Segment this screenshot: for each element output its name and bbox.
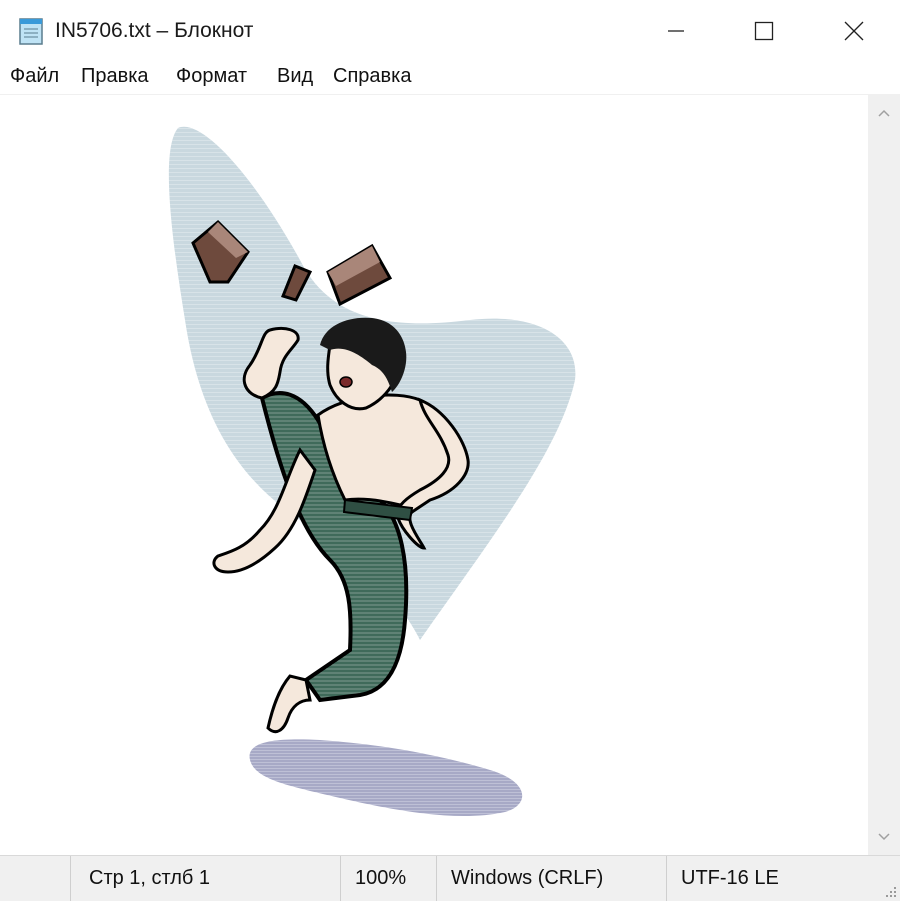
resize-grip-icon[interactable] [882,883,898,899]
standing-foot [266,674,312,734]
menu-format[interactable]: Формат [174,65,249,88]
window-title: IN5706.txt – Блокнот [55,19,254,42]
menu-help[interactable]: Справка [331,65,413,88]
maximize-icon [754,21,774,41]
minimize-icon [668,30,684,32]
status-encoding: UTF-16 LE [666,856,900,901]
menu-bar: Файл Правка Формат Вид Справка [0,62,900,95]
clipart-image [168,126,576,817]
maximize-button[interactable] [718,0,810,62]
scroll-up-icon[interactable] [876,105,892,121]
status-line-endings: Windows (CRLF) [436,856,681,901]
title-bar: IN5706.txt – Блокнот [0,0,900,62]
zoom-level: 100% [355,867,407,889]
menu-view[interactable]: Вид [275,65,315,88]
menu-file[interactable]: Файл [8,65,61,88]
close-button[interactable] [808,0,900,62]
cursor-position: Стр 1, стлб 1 [89,867,211,889]
status-position: Стр 1, стлб 1 [70,856,359,901]
text-area[interactable] [0,95,868,855]
line-endings: Windows (CRLF) [451,867,604,889]
scroll-down-icon[interactable] [876,829,892,845]
board-piece-right [326,243,393,307]
floor-shadow [249,739,523,817]
close-icon [844,21,864,41]
vertical-scrollbar[interactable] [868,95,900,855]
encoding: UTF-16 LE [681,867,779,889]
mouth [339,376,353,388]
minimize-button[interactable] [630,0,722,62]
menu-edit[interactable]: Правка [79,65,151,88]
status-bar: Стр 1, стлб 1 100% Windows (CRLF) UTF-16… [0,855,900,901]
notepad-icon [19,18,43,45]
status-zoom: 100% [340,856,451,901]
